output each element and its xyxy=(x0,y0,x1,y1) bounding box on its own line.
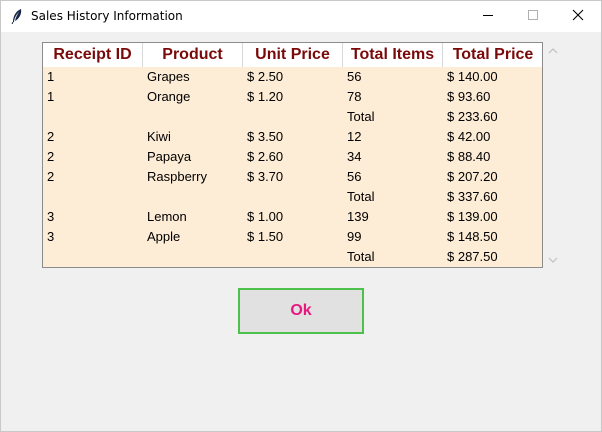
scroll-up-button[interactable] xyxy=(544,42,561,59)
cell-receipt-id: 2 xyxy=(47,129,55,144)
cell-total-price: $ 148.50 xyxy=(447,229,498,244)
cell-total-price: $ 42.00 xyxy=(447,129,491,144)
table-header: Receipt ID Product Unit Price Total Item… xyxy=(43,43,542,67)
table-row[interactable]: 1 Orange $ 1.20 78 $ 93.60 xyxy=(43,87,542,107)
cell-total-price: $ 207.20 xyxy=(447,169,498,184)
cell-product: Apple xyxy=(147,229,181,244)
minimize-icon xyxy=(482,8,494,26)
cell-total-price: $ 140.00 xyxy=(447,69,498,84)
cell-unit-price: $ 1.50 xyxy=(247,229,284,244)
maximize-icon xyxy=(527,8,539,26)
close-icon xyxy=(572,8,584,26)
cell-product: Grapes xyxy=(147,69,190,84)
cell-total-label: Total xyxy=(347,249,375,264)
ok-button[interactable]: Ok xyxy=(238,288,364,334)
cell-receipt-id: 2 xyxy=(47,149,55,164)
table-body: 1 Grapes $ 2.50 56 $ 140.00 1 Orange $ 1… xyxy=(43,67,542,267)
cell-unit-price: $ 2.60 xyxy=(247,149,284,164)
cell-product: Papaya xyxy=(147,149,192,164)
table-row-subtotal[interactable]: Total $ 233.60 xyxy=(43,107,542,127)
cell-total-label: Total xyxy=(347,189,375,204)
title-bar[interactable]: Sales History Information xyxy=(1,1,601,32)
cell-receipt-id: 3 xyxy=(47,229,55,244)
cell-total-items: 56 xyxy=(347,69,362,84)
cell-total-price: $ 337.60 xyxy=(447,189,498,204)
column-header-unit-price[interactable]: Unit Price xyxy=(243,43,343,67)
cell-total-price: $ 93.60 xyxy=(447,89,491,104)
cell-unit-price: $ 1.20 xyxy=(247,89,284,104)
close-button[interactable] xyxy=(555,1,600,32)
vertical-scrollbar[interactable] xyxy=(544,42,561,268)
cell-receipt-id: 1 xyxy=(47,69,55,84)
cell-total-items: 99 xyxy=(347,229,362,244)
cell-product: Orange xyxy=(147,89,191,104)
table-row-subtotal[interactable]: Total $ 287.50 xyxy=(43,247,542,267)
cell-product: Kiwi xyxy=(147,129,171,144)
chevron-down-icon xyxy=(548,251,558,269)
table-row[interactable]: 2 Kiwi $ 3.50 12 $ 42.00 xyxy=(43,127,542,147)
cell-total-price: $ 287.50 xyxy=(447,249,498,264)
cell-total-items: 12 xyxy=(347,129,362,144)
scroll-down-button[interactable] xyxy=(544,251,561,268)
cell-unit-price: $ 1.00 xyxy=(247,209,284,224)
cell-receipt-id: 3 xyxy=(47,209,55,224)
cell-product: Raspberry xyxy=(147,169,207,184)
feather-icon xyxy=(10,8,24,25)
table-row[interactable]: 2 Raspberry $ 3.70 56 $ 207.20 xyxy=(43,167,542,187)
minimize-button[interactable] xyxy=(465,1,510,32)
cell-total-items: 34 xyxy=(347,149,362,164)
cell-total-price: $ 233.60 xyxy=(447,109,498,124)
cell-total-items: 56 xyxy=(347,169,362,184)
table-row[interactable]: 1 Grapes $ 2.50 56 $ 140.00 xyxy=(43,67,542,87)
sales-history-window: Sales History Information Receipt ID Pro… xyxy=(0,0,602,432)
cell-total-price: $ 139.00 xyxy=(447,209,498,224)
column-header-product[interactable]: Product xyxy=(143,43,243,67)
sales-table[interactable]: Receipt ID Product Unit Price Total Item… xyxy=(42,42,543,268)
table-row[interactable]: 3 Apple $ 1.50 99 $ 148.50 xyxy=(43,227,542,247)
cell-total-items: 139 xyxy=(347,209,369,224)
column-header-receipt-id[interactable]: Receipt ID xyxy=(43,43,143,67)
window-title: Sales History Information xyxy=(31,9,183,23)
table-row-subtotal[interactable]: Total $ 337.60 xyxy=(43,187,542,207)
chevron-up-icon xyxy=(548,42,558,60)
cell-unit-price: $ 3.50 xyxy=(247,129,284,144)
cell-product: Lemon xyxy=(147,209,187,224)
column-header-total-price[interactable]: Total Price xyxy=(443,43,542,67)
cell-unit-price: $ 3.70 xyxy=(247,169,284,184)
cell-total-items: 78 xyxy=(347,89,362,104)
cell-receipt-id: 2 xyxy=(47,169,55,184)
maximize-button[interactable] xyxy=(510,1,555,32)
cell-total-price: $ 88.40 xyxy=(447,149,491,164)
table-row[interactable]: 2 Papaya $ 2.60 34 $ 88.40 xyxy=(43,147,542,167)
column-header-total-items[interactable]: Total Items xyxy=(343,43,443,67)
cell-receipt-id: 1 xyxy=(47,89,55,104)
cell-total-label: Total xyxy=(347,109,375,124)
cell-unit-price: $ 2.50 xyxy=(247,69,284,84)
table-row[interactable]: 3 Lemon $ 1.00 139 $ 139.00 xyxy=(43,207,542,227)
